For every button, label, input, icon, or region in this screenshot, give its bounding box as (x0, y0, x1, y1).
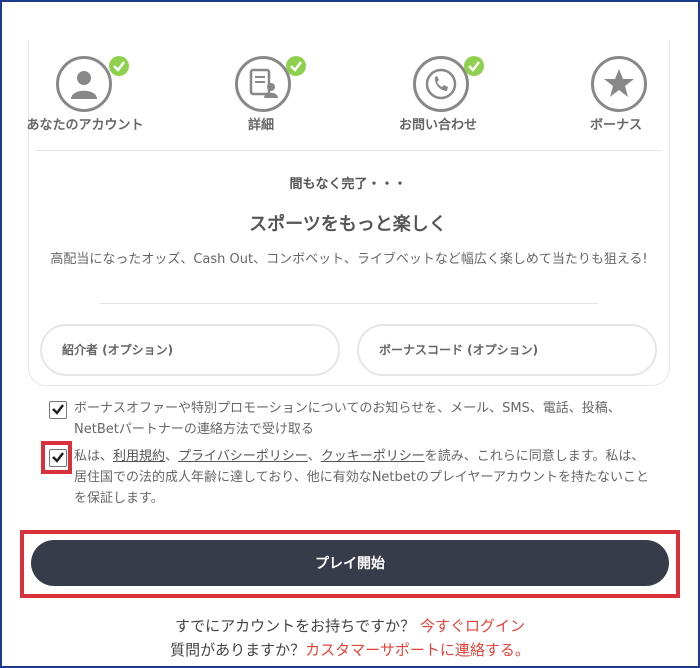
user-icon (56, 56, 112, 112)
bonus-code-input[interactable] (357, 324, 657, 376)
promo-description: 高配当になったオッズ、Cash Out、コンボベット、ライブベットなど幅広く楽し… (50, 252, 648, 267)
check-icon (464, 56, 484, 76)
divider (100, 303, 598, 304)
document-user-icon (235, 56, 291, 112)
support-link[interactable]: カスタマーサポートに連絡する。 (305, 641, 530, 659)
progress-message: 間もなく完了・・・ (289, 177, 407, 192)
login-link[interactable]: 今すぐログイン (420, 617, 525, 635)
star-icon (591, 56, 647, 112)
account-question: すでにアカウントをお持ちですか？ (175, 617, 416, 635)
divider (36, 150, 662, 151)
play-button[interactable]: プレイ開始 (31, 540, 669, 586)
help-question: 質問がありますか？ (170, 641, 306, 659)
referrer-input[interactable] (40, 324, 340, 376)
step-label: ボーナス (589, 118, 642, 133)
promo-headline: スポーツをもっと楽しく (249, 214, 447, 235)
phone-icon (413, 56, 469, 112)
cookie-policy-link[interactable]: クッキーポリシー (321, 449, 425, 464)
check-icon (286, 56, 306, 76)
terms-link[interactable]: 利用規約 (113, 449, 165, 464)
marketing-consent-text: ボーナスオファーや特別プロモーションについてのお知らせを、メール、SMS、電話、… (74, 401, 621, 437)
terms-consent-text: 私は、利用規約、プライバシーポリシー、クッキーポリシーを読み、これらに同意します… (74, 446, 650, 509)
separator: 、 (307, 449, 321, 464)
privacy-policy-link[interactable]: プライバシーポリシー (178, 449, 308, 464)
check-icon (109, 56, 129, 76)
login-prompt: すでにアカウントをお持ちですか？ 今すぐログイン (0, 615, 700, 636)
terms-checkbox[interactable] (49, 449, 67, 467)
terms-prefix: 私は、 (74, 449, 114, 464)
step-label: あなたのアカウント (26, 118, 144, 133)
marketing-checkbox[interactable] (49, 401, 67, 419)
step-label: 詳細 (247, 118, 274, 133)
support-prompt: 質問がありますか？カスタマーサポートに連絡する。 (0, 639, 700, 660)
separator: 、 (165, 449, 179, 464)
step-label: お問い合わせ (398, 118, 477, 133)
